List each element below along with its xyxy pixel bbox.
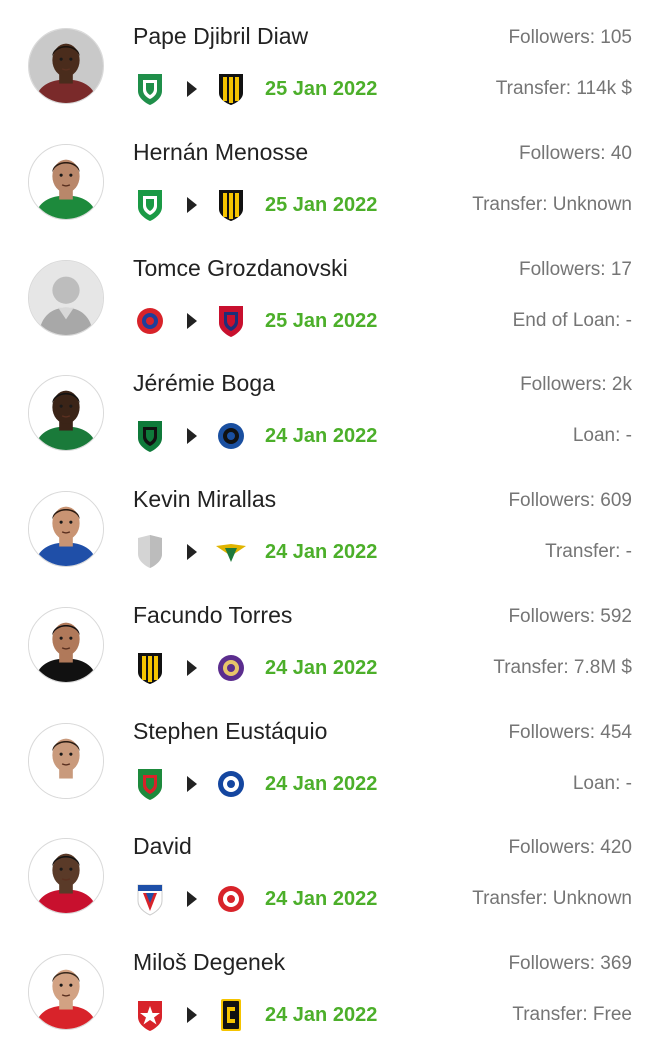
player-avatar[interactable] [28,491,104,567]
followers-count: Followers: 369 [508,953,632,974]
player-name[interactable]: Tomce Grozdanovski [133,254,348,282]
transfer-date: 25 Jan 2022 [265,310,378,332]
player-name[interactable]: Kevin Mirallas [133,485,276,513]
followers-count: Followers: 2k [520,374,632,395]
transfer-list-item[interactable]: David Followers: 420 24 Jan 2022 Transfer: … [0,810,662,926]
followers-count: Followers: 609 [508,490,632,511]
transfer-date: 24 Jan 2022 [265,541,378,563]
from-club-red-star-crest-icon[interactable] [135,997,165,1033]
from-club-sassuolo-crest-icon[interactable] [135,418,165,454]
followers-count: Followers: 592 [508,606,632,627]
arrow-right-icon [187,313,197,329]
from-club-green-club-crest-icon[interactable] [135,71,165,107]
transfer-fee: Transfer: Unknown [472,194,632,215]
player-avatar[interactable] [28,954,104,1030]
followers-count: Followers: 454 [508,722,632,743]
player-avatar[interactable] [28,838,104,914]
followers-count: Followers: 40 [519,143,632,164]
to-club-columbus-crew-crest-icon[interactable] [216,997,246,1033]
followers-count: Followers: 17 [519,259,632,280]
player-avatar[interactable] [28,607,104,683]
followers-count: Followers: 105 [508,27,632,48]
to-club-penarol-crest-icon[interactable] [216,187,246,223]
player-avatar[interactable] [28,375,104,451]
transfer-list-item[interactable]: Pape Djibril Diaw Followers: 105 25 Jan 20… [0,0,662,116]
to-club-moreirense-crest-icon[interactable] [216,534,246,570]
transfer-date: 24 Jan 2022 [265,425,378,447]
transfer-date: 24 Jan 2022 [265,773,378,795]
from-club-blank-shield-icon[interactable] [135,534,165,570]
player-name[interactable]: David [133,832,192,860]
arrow-right-icon [187,544,197,560]
arrow-right-icon [187,81,197,97]
transfer-list-item[interactable]: Jérémie Boga Followers: 2k 24 Jan 2022 Loan… [0,347,662,463]
transfer-fee: Transfer: Free [512,1004,632,1025]
transfer-fee: Transfer: 7.8M $ [493,657,632,678]
player-name[interactable]: Hernán Menosse [133,138,308,166]
arrow-right-icon [187,428,197,444]
player-name[interactable]: Pape Djibril Diaw [133,22,308,50]
from-club-pacos-ferreira-crest-icon[interactable] [135,766,165,802]
transfer-date: 25 Jan 2022 [265,78,378,100]
arrow-right-icon [187,1007,197,1023]
transfer-date: 24 Jan 2022 [265,657,378,679]
to-club-red-blue-shield-crest-icon[interactable] [216,303,246,339]
player-avatar[interactable] [28,260,104,336]
arrow-right-icon [187,660,197,676]
from-club-green-white-cali-crest-icon[interactable] [135,187,165,223]
transfer-date: 24 Jan 2022 [265,1004,378,1026]
to-club-internacional-crest-icon[interactable] [216,881,246,917]
transfer-list: Pape Djibril Diaw Followers: 105 25 Jan 20… [0,0,662,1054]
player-avatar[interactable] [28,144,104,220]
transfer-list-item[interactable]: Facundo Torres Followers: 592 24 Jan 2022 T… [0,579,662,695]
arrow-right-icon [187,891,197,907]
from-club-fortaleza-crest-icon[interactable] [135,881,165,917]
transfer-fee: Transfer: 114k $ [495,78,632,99]
player-avatar[interactable] [28,28,104,104]
to-club-atalanta-crest-icon[interactable] [216,418,246,454]
transfer-fee: Transfer: Unknown [472,888,632,909]
transfer-list-item[interactable]: Kevin Mirallas Followers: 609 24 Jan 2022 T… [0,463,662,579]
to-club-orlando-city-crest-icon[interactable] [216,650,246,686]
player-avatar[interactable] [28,723,104,799]
arrow-right-icon [187,197,197,213]
transfer-fee: End of Loan: - [512,310,632,331]
player-name[interactable]: Stephen Eustáquio [133,717,327,745]
followers-count: Followers: 420 [508,837,632,858]
transfer-list-item[interactable]: Stephen Eustáquio Followers: 454 24 Jan 20… [0,695,662,811]
transfer-fee: Loan: - [572,425,632,446]
from-club-penarol-crest-icon[interactable] [135,650,165,686]
transfer-fee: Loan: - [572,773,632,794]
to-club-yellow-black-stripes-crest-icon[interactable] [216,71,246,107]
transfer-list-item[interactable]: Tomce Grozdanovski Followers: 17 25 Jan 20… [0,232,662,348]
player-name[interactable]: Jérémie Boga [133,369,275,397]
player-name[interactable]: Miloš Degenek [133,948,285,976]
transfer-list-item[interactable]: Hernán Menosse Followers: 40 25 Jan 2022 Tr… [0,116,662,232]
from-club-red-blue-round-crest-icon[interactable] [135,303,165,339]
arrow-right-icon [187,776,197,792]
transfer-date: 24 Jan 2022 [265,888,378,910]
transfer-date: 25 Jan 2022 [265,194,378,216]
transfer-list-item[interactable]: Miloš Degenek Followers: 369 24 Jan 2022 Tr… [0,926,662,1042]
to-club-fc-porto-crest-icon[interactable] [216,766,246,802]
player-name[interactable]: Facundo Torres [133,601,292,629]
transfer-fee: Transfer: - [545,541,632,562]
